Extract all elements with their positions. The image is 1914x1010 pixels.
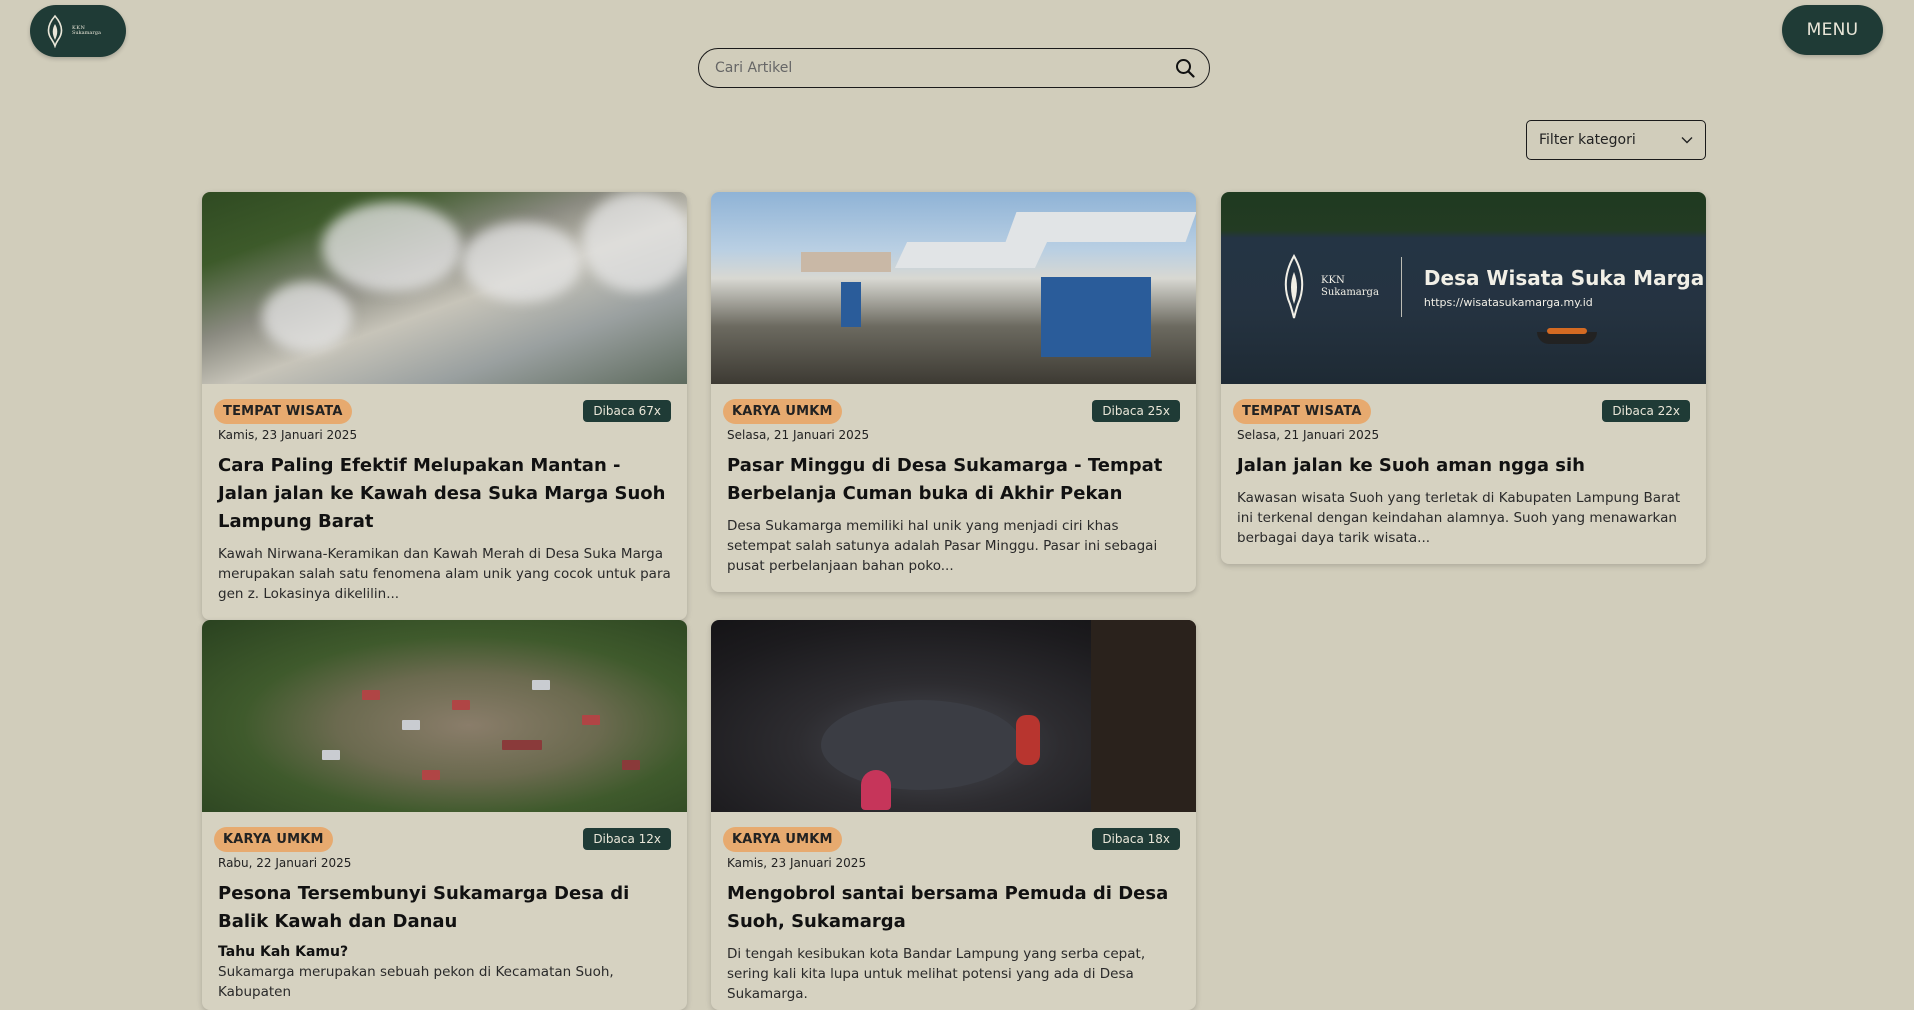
category-tag[interactable]: KARYA UMKM	[723, 826, 842, 852]
category-tag[interactable]: TEMPAT WISATA	[1233, 398, 1371, 424]
read-count-badge: Dibaca 67x	[583, 400, 671, 422]
read-count-badge: Dibaca 22x	[1602, 400, 1690, 422]
read-count-badge: Dibaca 12x	[583, 828, 671, 850]
flame-leaf-icon	[47, 14, 63, 48]
search-input[interactable]	[713, 59, 1175, 77]
article-title[interactable]: Cara Paling Efektif Melupakan Mantan - J…	[218, 452, 671, 536]
article-date: Rabu, 22 Januari 2025	[218, 856, 352, 870]
article-image[interactable]: KKN Sukamarga Desa Wisata Suka Marga htt…	[1221, 192, 1706, 384]
logo-line2: Sukamarga	[72, 30, 101, 36]
site-logo[interactable]: KKN Sukamarga	[30, 5, 126, 57]
article-image[interactable]	[711, 620, 1196, 812]
article-image[interactable]	[202, 192, 687, 384]
banner-logo-line2: Sukamarga	[1321, 287, 1379, 298]
article-title[interactable]: Pasar Minggu di Desa Sukamarga - Tempat …	[727, 452, 1180, 508]
banner-title: Desa Wisata Suka Marga	[1423, 265, 1705, 290]
article-image[interactable]	[711, 192, 1196, 384]
article-card[interactable]: KARYA UMKM Dibaca 25x Selasa, 21 Januari…	[711, 192, 1196, 592]
banner-logo-line1: KKN	[1321, 275, 1345, 286]
category-tag[interactable]: KARYA UMKM	[723, 398, 842, 424]
filter-label: Filter kategori	[1539, 132, 1636, 148]
chevron-down-icon	[1681, 137, 1693, 144]
article-image[interactable]	[202, 620, 687, 812]
article-card[interactable]: TEMPAT WISATA Dibaca 67x Kamis, 23 Janua…	[202, 192, 687, 620]
read-count-badge: Dibaca 18x	[1092, 828, 1180, 850]
article-title[interactable]: Jalan jalan ke Suoh aman ngga sih	[1237, 452, 1690, 480]
article-date: Kamis, 23 Januari 2025	[727, 856, 867, 870]
category-tag[interactable]: TEMPAT WISATA	[214, 398, 352, 424]
article-excerpt: Di tengah kesibukan kota Bandar Lampung …	[727, 946, 1146, 1002]
category-tag[interactable]: KARYA UMKM	[214, 826, 333, 852]
article-date: Kamis, 23 Januari 2025	[218, 428, 358, 442]
article-excerpt: Sukamarga merupakan sebuah pekon di Keca…	[218, 964, 614, 1000]
read-count-badge: Dibaca 25x	[1092, 400, 1180, 422]
flame-leaf-icon	[1284, 254, 1304, 319]
article-title[interactable]: Pesona Tersembunyi Sukamarga Desa di Bal…	[218, 880, 671, 936]
search-bar	[698, 48, 1210, 88]
article-date: Selasa, 21 Januari 2025	[727, 428, 870, 442]
article-excerpt: Desa Sukamarga memiliki hal unik yang me…	[727, 518, 1158, 574]
article-card[interactable]: KARYA UMKM Dibaca 18x Kamis, 23 Januari …	[711, 620, 1196, 1010]
article-card[interactable]: KKN Sukamarga Desa Wisata Suka Marga htt…	[1221, 192, 1706, 564]
article-date: Selasa, 21 Januari 2025	[1237, 428, 1380, 442]
article-subheading: Tahu Kah Kamu?	[218, 944, 349, 960]
banner-url: https://wisatasukamarga.my.id	[1423, 295, 1593, 309]
divider	[1400, 257, 1402, 317]
article-excerpt: Kawasan wisata Suoh yang terletak di Kab…	[1237, 490, 1681, 546]
article-card[interactable]: KARYA UMKM Dibaca 12x Rabu, 22 Januari 2…	[202, 620, 687, 1010]
search-icon[interactable]	[1175, 58, 1195, 78]
menu-button[interactable]: MENU	[1782, 5, 1883, 55]
article-excerpt: Kawah Nirwana-Keramikan dan Kawah Merah …	[218, 546, 671, 602]
category-filter-select[interactable]: Filter kategori	[1526, 120, 1706, 160]
article-title[interactable]: Mengobrol santai bersama Pemuda di Desa …	[727, 880, 1180, 936]
